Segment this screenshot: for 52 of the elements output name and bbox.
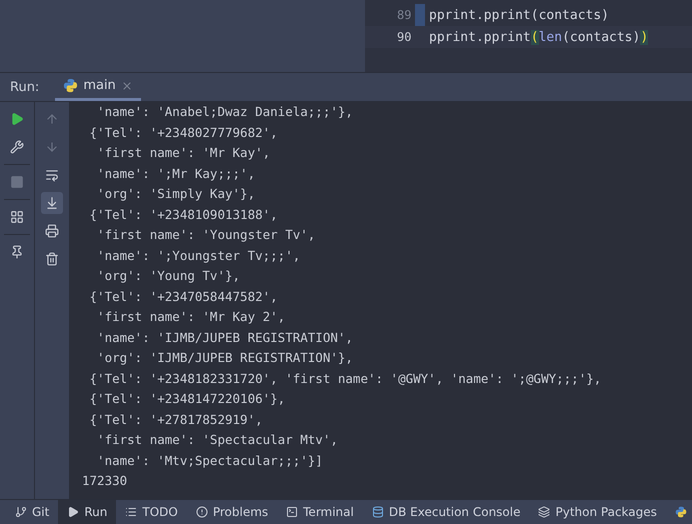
toolbar-button[interactable]: [41, 192, 63, 214]
code-editor[interactable]: 89 pprint.pprint(contacts) 90 pprint.pprint(len(contacts)): [365, 0, 692, 72]
trash-icon: [45, 252, 59, 266]
tool-window-tab[interactable]: DB Execution Console: [362, 500, 530, 524]
layout-icon[interactable]: [10, 210, 24, 224]
code-line: pprint.pprint(len(contacts)): [429, 30, 648, 44]
printer-icon: [45, 224, 59, 238]
output-line: 'first name': 'Spectacular Mtv',: [96, 431, 339, 449]
output-line: {'Tel': '+2347058447582',: [88, 288, 279, 306]
layers-icon: [538, 506, 550, 518]
play-icon[interactable]: [10, 112, 24, 126]
close-icon[interactable]: [120, 80, 133, 92]
python-icon: [63, 78, 78, 93]
pin-icon[interactable]: [10, 245, 24, 259]
tool-window-tab[interactable]: Git: [6, 500, 58, 524]
output-line: 'name': 'Anabel;Dwaz Daniela;;;'},: [96, 103, 354, 121]
tool-window-tab[interactable]: Python Packages: [529, 500, 666, 524]
output-line: 'first name': 'Youngster Tv',: [96, 226, 316, 244]
play-icon: [67, 506, 80, 518]
output-line: 'name': 'IJMB/JUPEB REGISTRATION',: [96, 328, 354, 346]
output-line: 'name': ';Mr Kay;;;',: [96, 164, 256, 183]
database-icon: [372, 506, 384, 518]
output-line: 'first name': 'Mr Kay 2',: [96, 308, 286, 326]
output-line: 'org': 'Young Tv'},: [96, 267, 242, 285]
output-line: {'Tel': '+2348182331720', 'first name': '@GWY', 'name': ';@GWY;;;'},: [88, 370, 602, 388]
tool-window-tab[interactable]: Problems: [186, 500, 278, 524]
wrap-icon: [45, 168, 59, 182]
output-line: 'org': 'Simply Kay'},: [96, 185, 256, 203]
gutter-marker: [415, 4, 425, 26]
output-line: 'first name': 'Mr Kay',: [96, 144, 272, 162]
alert-icon: [196, 506, 208, 518]
output-line: 'name': ';Youngster Tv;;;',: [96, 246, 302, 265]
line-number: 90: [396, 30, 412, 44]
wrench-icon[interactable]: [10, 140, 24, 154]
scroll-to-end-icon: [45, 196, 59, 210]
tool-window-tab[interactable]: Run: [58, 500, 116, 524]
code-line: pprint.pprint(contacts): [429, 8, 610, 22]
output-line: {'Tel': '+2348027779682',: [88, 124, 279, 142]
output-line: 'name': 'Mtv;Spectacular;;;'}]: [96, 452, 324, 470]
tool-window-tab[interactable]: TODO: [116, 500, 187, 524]
output-line: {'Tel': '+27817852919',: [88, 410, 264, 428]
terminal-icon: [286, 506, 298, 518]
arrow-down-icon: [45, 140, 59, 154]
output-line: 'org': 'IJMB/JUPEB REGISTRATION'},: [96, 349, 354, 367]
line-number: 89: [396, 8, 412, 22]
run-label: Run:: [10, 80, 40, 94]
python-icon: [674, 506, 687, 518]
branch-icon: [15, 506, 27, 518]
tool-window-tab[interactable]: Terminal: [277, 500, 363, 524]
output-line: 172330: [82, 472, 128, 490]
output-line: {'Tel': '+2348147220106'},: [88, 390, 286, 408]
output-line: {'Tel': '+2348109013188',: [88, 206, 279, 224]
